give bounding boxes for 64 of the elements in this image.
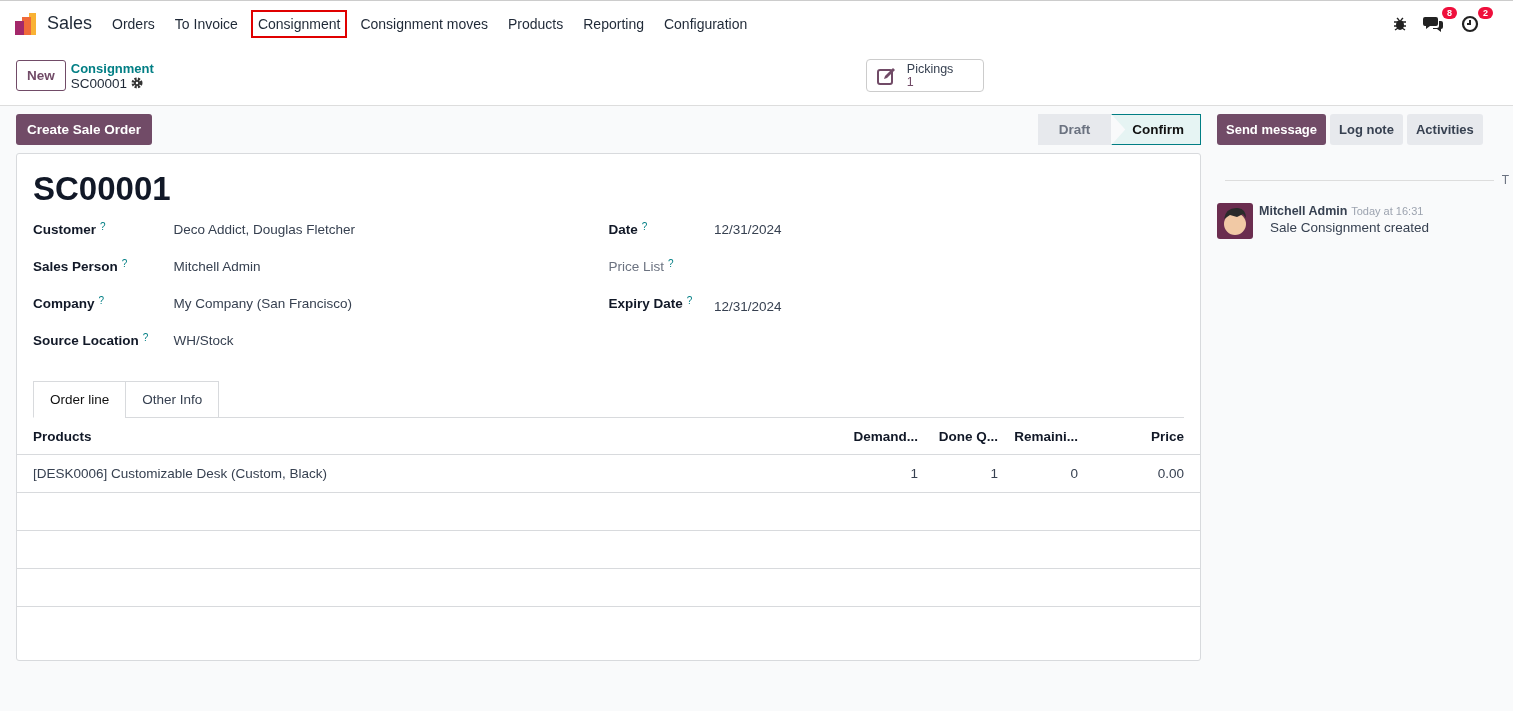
activity-count: 2	[1478, 6, 1493, 19]
bug-icon[interactable]	[1393, 16, 1407, 31]
field-label: Price List	[608, 259, 665, 274]
column-header[interactable]: Products	[17, 418, 846, 455]
record-title: SC00001	[33, 170, 172, 208]
chatter-button[interactable]: Log note	[1330, 114, 1403, 145]
column-header[interactable]: Done Q...	[926, 418, 1006, 455]
column-header[interactable]: Remaini...	[1006, 418, 1086, 455]
message-count: 8	[1442, 6, 1457, 19]
table-cell: 0.00	[1086, 454, 1200, 493]
record-name: SC00001	[70, 75, 128, 91]
app-name[interactable]: Sales	[47, 13, 93, 34]
table-cell: 1	[845, 454, 926, 493]
help-mark[interactable]: ?	[100, 222, 106, 232]
column-header[interactable]: Demand...	[845, 418, 926, 455]
new-button[interactable]: New	[16, 60, 66, 91]
field-value[interactable]: Deco Addict, Douglas Fletcher	[173, 222, 609, 237]
status-step[interactable]: Confirm	[1111, 114, 1201, 145]
help-mark[interactable]: ?	[686, 296, 693, 306]
menu-item[interactable]: Consignment moves	[353, 9, 495, 38]
message-time: Today at 16:31	[1351, 205, 1424, 217]
field-value[interactable]: 12/31/2024	[714, 222, 1184, 237]
clock-icon[interactable]	[1461, 14, 1479, 33]
help-mark[interactable]: ?	[668, 259, 674, 269]
chat-icon[interactable]	[1423, 14, 1443, 33]
field-label: Source Location	[33, 333, 139, 348]
column-header[interactable]: Price	[1086, 418, 1200, 455]
chatter-button[interactable]: Send message	[1217, 114, 1327, 145]
field-label: Date	[608, 222, 638, 237]
help-mark[interactable]: ?	[142, 333, 149, 343]
menu-item[interactable]: To Invoice	[167, 9, 245, 38]
menu-item[interactable]: Reporting	[576, 9, 651, 38]
breadcrumb-link[interactable]: Consignment	[70, 60, 154, 76]
field-value[interactable]: WH/Stock	[173, 333, 609, 348]
menu-item[interactable]: Configuration	[656, 9, 755, 38]
pickings-button[interactable]: Pickings 1	[865, 59, 985, 92]
field-value[interactable]: 12/31/2024	[714, 299, 1184, 314]
app-logo-icon[interactable]	[15, 12, 37, 35]
help-mark[interactable]: ?	[641, 222, 648, 232]
field-value[interactable]: Mitchell Admin	[173, 259, 609, 274]
field-label: Sales Person	[33, 259, 118, 274]
table-cell: [DESK0006] Customizable Desk (Custom, Black)	[17, 454, 846, 493]
gear-icon[interactable]	[131, 77, 144, 89]
table-cell: 0	[1006, 454, 1086, 493]
menu-item[interactable]: Products	[501, 9, 571, 38]
status-step[interactable]: Draft	[1037, 114, 1112, 145]
field-label: Customer	[33, 222, 96, 237]
menu-item[interactable]: Orders	[105, 9, 162, 38]
field-label: Expiry Date	[608, 296, 683, 311]
avatar-icon	[1217, 203, 1253, 239]
chatter-button[interactable]: Activities	[1406, 114, 1483, 145]
notebook-tab[interactable]: Order line	[33, 381, 127, 418]
table-cell: 1	[926, 454, 1006, 493]
notebook-tab[interactable]: Other Info	[125, 381, 220, 418]
field-value[interactable]: My Company (San Francisco)	[173, 296, 609, 311]
edit-icon	[876, 66, 897, 86]
field-label: Company	[33, 296, 95, 311]
create-sale-order-button[interactable]: Create Sale Order	[16, 114, 153, 145]
message-body: Sale Consignment created	[1270, 220, 1430, 235]
date-divider-label: T	[1501, 173, 1509, 187]
message-author: Mitchell Admin	[1259, 204, 1348, 218]
menu-item[interactable]: Consignment	[250, 9, 348, 38]
help-mark[interactable]: ?	[98, 296, 105, 306]
help-mark[interactable]: ?	[121, 259, 128, 269]
